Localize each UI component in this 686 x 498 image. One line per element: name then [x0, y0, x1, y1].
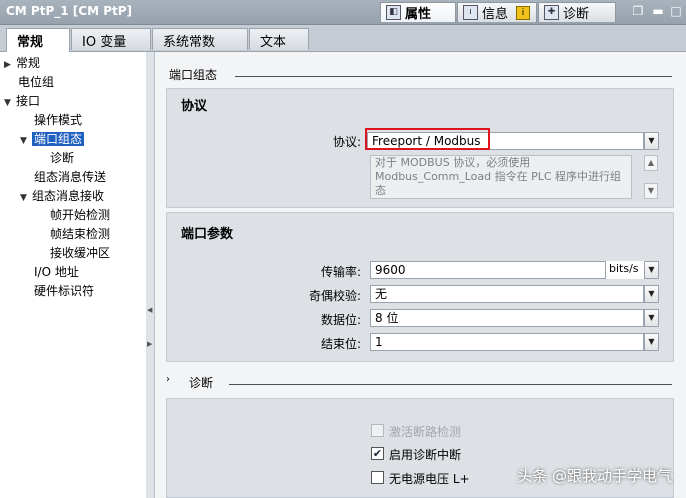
collapse-left-icon[interactable]: ◀: [147, 306, 153, 316]
tree-item-frame-end[interactable]: 帧结束检测: [50, 225, 110, 243]
properties-icon: ◧: [386, 5, 401, 20]
stopbits-label: 结束位:: [320, 337, 361, 351]
tree-item-potential-group[interactable]: 电位组: [18, 73, 54, 91]
expanded-arrow-icon[interactable]: ▼: [4, 94, 16, 112]
section-divider: [229, 384, 672, 385]
databits-select[interactable]: 8 位: [370, 309, 644, 327]
diagnostics-icon: ✚: [544, 5, 559, 20]
tab-texts[interactable]: 文本: [249, 28, 309, 50]
expand-right-icon[interactable]: ▶: [147, 340, 153, 350]
section-heading-diagnostics: 诊断: [189, 376, 214, 390]
baud-unit: bits/s: [605, 261, 644, 279]
watermark: 头条 @跟我动手学电气: [517, 467, 672, 485]
protocol-panel: 协议 协议: Freeport / Modbus ▼ 对于 MODBUS 协议，…: [166, 88, 674, 208]
tab-properties[interactable]: ◧ 属性: [380, 2, 456, 22]
diag-collapse-icon[interactable]: ›: [166, 374, 170, 385]
restore-icon[interactable]: ❐: [631, 4, 645, 18]
databits-label: 数据位:: [320, 313, 361, 327]
protocol-note: 对于 MODBUS 协议，必须使用 Modbus_Comm_Load 指令在 P…: [370, 155, 632, 199]
tree-item-transmit-config[interactable]: 组态消息传送: [34, 168, 106, 186]
tree-item-io-address[interactable]: I/O 地址: [34, 263, 79, 281]
properties-content: 端口组态 协议 协议: Freeport / Modbus ▼ 对于 MODBU…: [155, 52, 686, 498]
parity-label: 奇偶校验:: [308, 289, 361, 303]
dropdown-arrow-icon[interactable]: ▼: [644, 309, 659, 327]
property-tabs: 常规 IO 变量 系统常数 文本: [0, 25, 686, 52]
section-heading-port-config: 端口组态: [169, 68, 218, 82]
tree-item-receive-config[interactable]: ▼ 组态消息接收: [20, 187, 104, 205]
tree-item-port-config[interactable]: ▼ 端口组态: [20, 130, 85, 150]
diag-interrupt-label: 启用诊断中断: [389, 448, 462, 462]
no-power-label: 无电源电压 L+: [389, 472, 470, 486]
break-detect-checkbox: [371, 424, 384, 437]
dropdown-arrow-icon[interactable]: ▼: [644, 333, 659, 351]
tree-item-general[interactable]: ▶ 常规: [4, 54, 40, 72]
scroll-up-icon[interactable]: ▲: [644, 155, 658, 171]
tree-item-diagnostics[interactable]: 诊断: [50, 149, 74, 167]
baud-label: 传输率:: [320, 265, 361, 279]
tree-item-hardware-id[interactable]: 硬件标识符: [34, 282, 94, 300]
protocol-label: 协议:: [332, 135, 361, 149]
dropdown-arrow-icon[interactable]: ▼: [644, 261, 659, 279]
maximize-icon[interactable]: □: [669, 4, 683, 18]
tab-general[interactable]: 常规: [6, 28, 70, 52]
highlight-box: [365, 128, 490, 150]
port-parameters-title: 端口参数: [181, 227, 234, 242]
dropdown-arrow-icon[interactable]: ▼: [644, 132, 659, 150]
minimize-icon[interactable]: ▬: [651, 4, 665, 18]
tree-item-operating-mode[interactable]: 操作模式: [34, 111, 82, 129]
collapsed-arrow-icon[interactable]: ▶: [4, 56, 16, 74]
navigation-tree: ▶ 常规 电位组 ▼ 接口 操作模式 ▼ 端口组态 诊断 组态消息传送 ▼ 组态消息接收…: [0, 52, 147, 498]
tree-item-interface[interactable]: ▼ 接口: [4, 92, 40, 110]
expanded-arrow-icon[interactable]: ▼: [20, 132, 32, 150]
title-bar: CM PtP_1 [CM PtP] ◧ 属性 ı 信息 i ✚ 诊断 ❐ ▬ □: [0, 0, 686, 25]
tab-system-constants[interactable]: 系统常数: [152, 28, 248, 50]
break-detect-label: 激活断路检测: [389, 425, 462, 439]
tree-item-frame-start[interactable]: 帧开始检测: [50, 206, 110, 224]
section-divider: [235, 76, 672, 77]
tab-info[interactable]: ı 信息 i: [457, 2, 537, 22]
protocol-panel-title: 协议: [181, 99, 208, 114]
stopbits-select[interactable]: 1: [370, 333, 644, 351]
no-power-checkbox[interactable]: [371, 471, 384, 484]
port-parameters-panel: 端口参数 传输率: 9600 bits/s ▼ 奇偶校验: 无 ▼ 数据位: 8…: [166, 212, 674, 362]
tree-item-receive-buffer[interactable]: 接收缓冲区: [50, 244, 110, 262]
scroll-down-icon[interactable]: ▼: [644, 183, 658, 199]
info-badge-icon: i: [516, 5, 531, 20]
tab-io-tags[interactable]: IO 变量: [71, 28, 151, 50]
parity-select[interactable]: 无: [370, 285, 644, 303]
sidebar-splitter[interactable]: ◀ ▶: [146, 52, 155, 498]
dropdown-arrow-icon[interactable]: ▼: [644, 285, 659, 303]
diag-interrupt-checkbox[interactable]: ✔: [371, 447, 384, 460]
baud-rate-field[interactable]: 9600: [370, 261, 644, 279]
window-title: CM PtP_1 [CM PtP]: [6, 4, 132, 18]
tab-diagnostics[interactable]: ✚ 诊断: [538, 2, 616, 22]
expanded-arrow-icon[interactable]: ▼: [20, 189, 32, 207]
info-icon: ı: [463, 5, 478, 20]
